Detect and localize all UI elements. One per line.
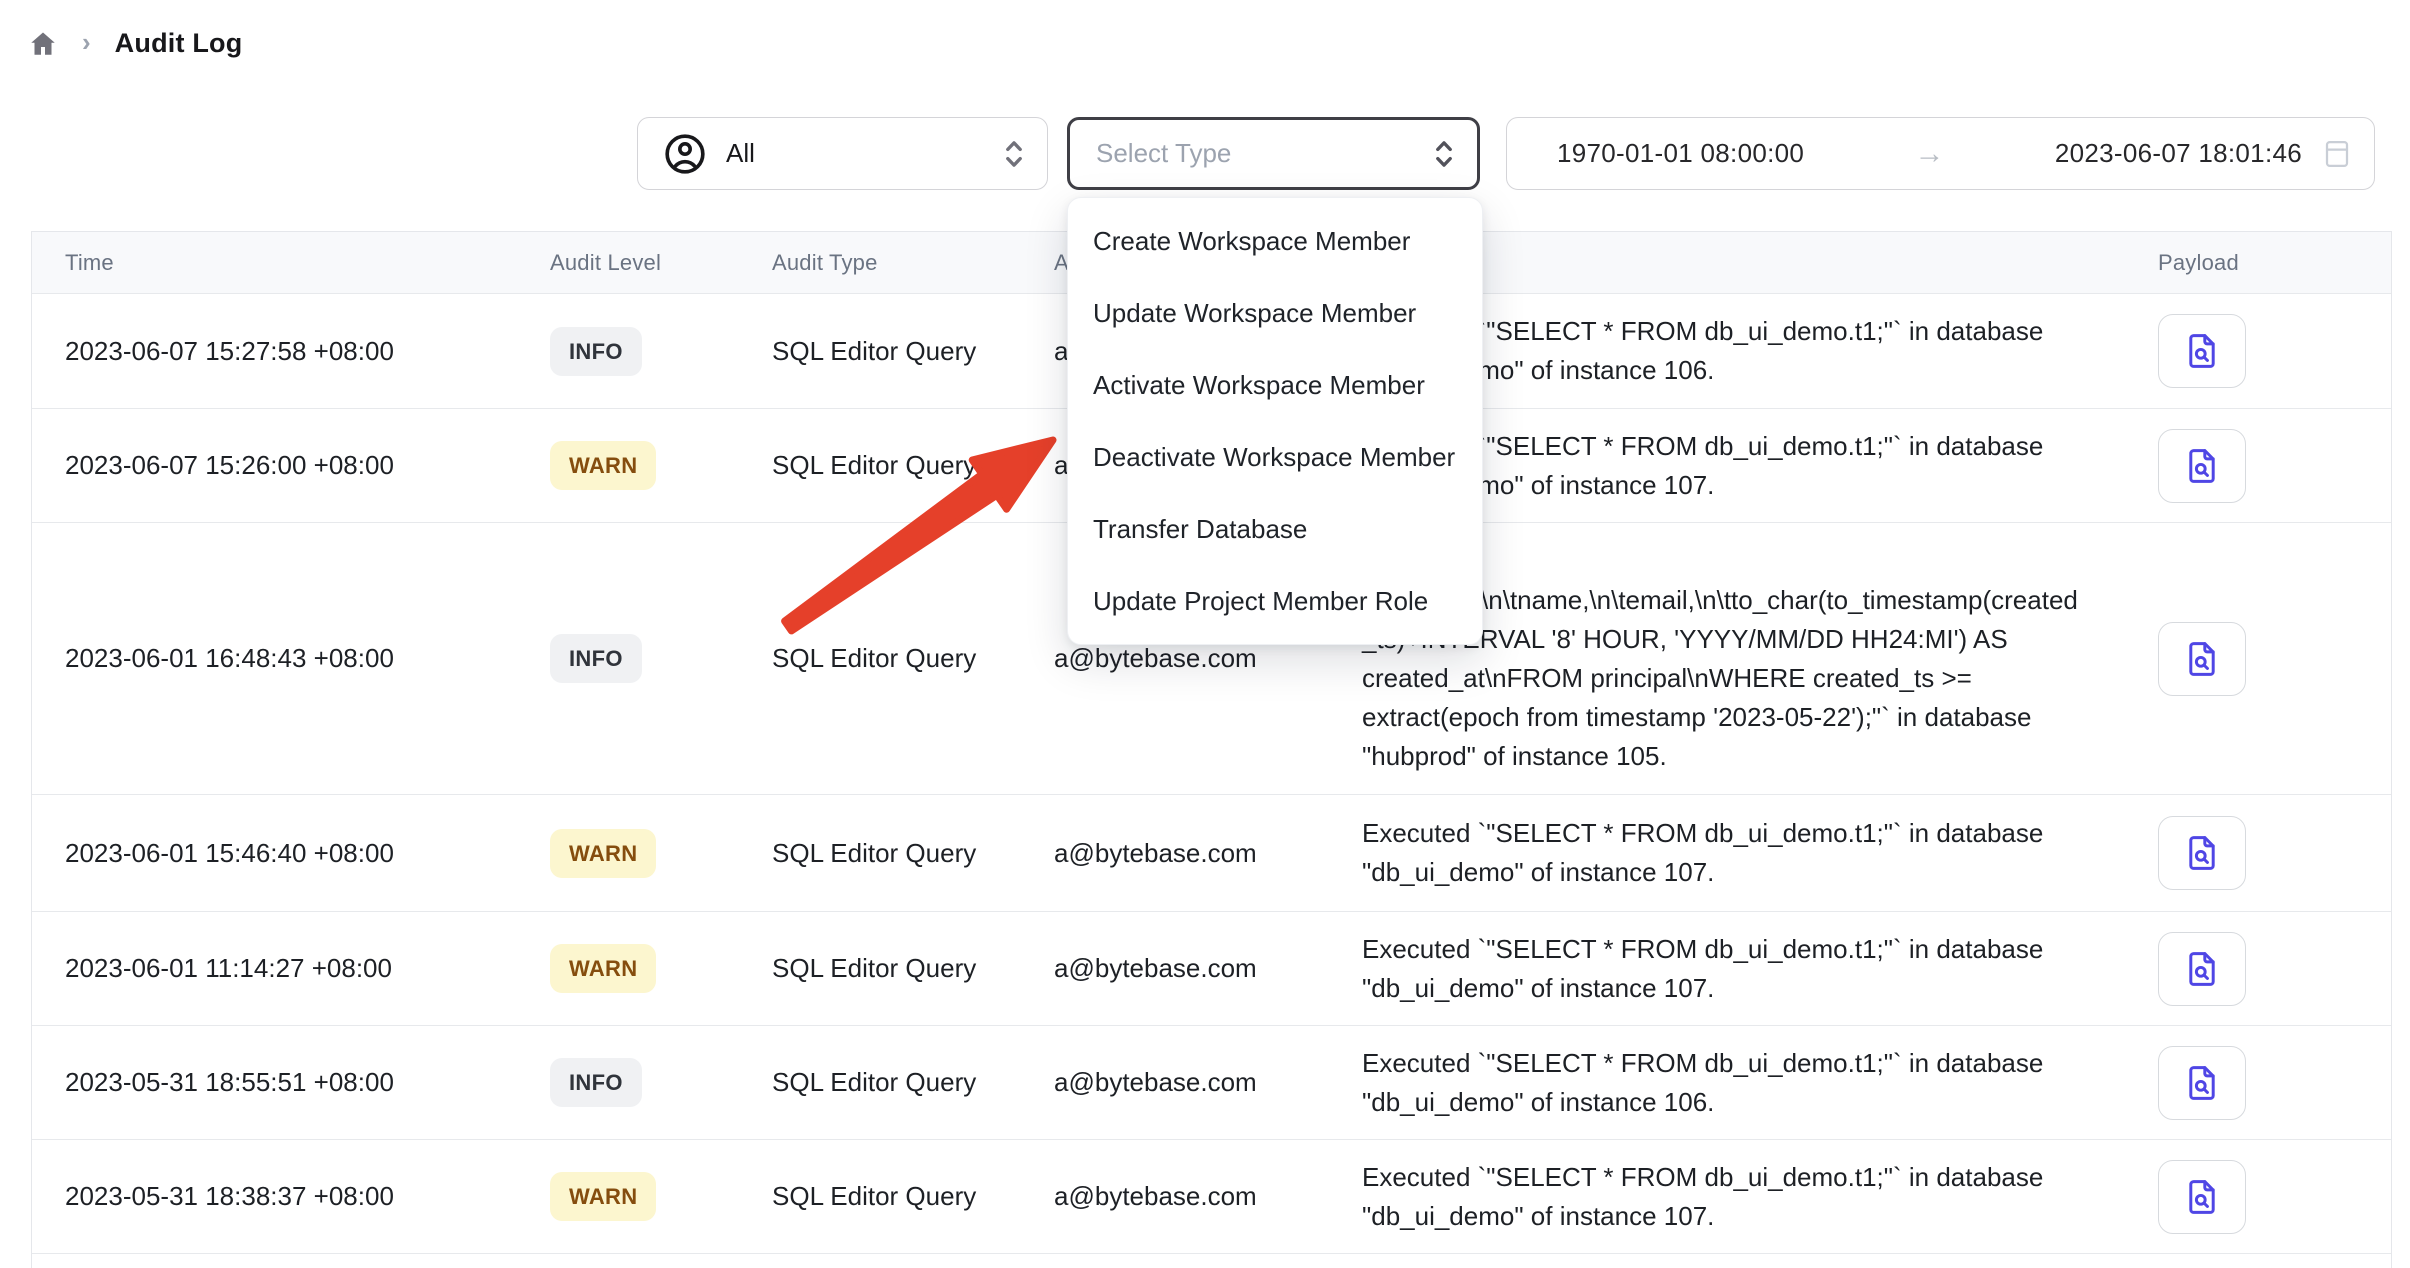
range-arrow-icon: →	[1804, 137, 2055, 171]
cell-actor: a@bytebase.com	[1040, 643, 1330, 674]
cell-payload	[2130, 429, 2391, 503]
cell-comment: Executed `"SELECT * FROM db_ui_demo.t1;"…	[1330, 814, 2130, 892]
cell-level: WARN	[520, 829, 740, 878]
status-badge: WARN	[550, 1172, 656, 1221]
cell-level: WARN	[520, 441, 740, 490]
cell-actor: a@bytebase.com	[1040, 838, 1330, 869]
cell-time: 2023-06-01 16:48:43 +08:00	[32, 643, 520, 674]
date-range-end: 2023-06-07 18:01:46	[2055, 138, 2302, 169]
payload-view-button[interactable]	[2158, 429, 2246, 503]
user-filter-value: All	[726, 138, 983, 169]
menu-item-transfer-database[interactable]: Transfer Database	[1068, 493, 1482, 565]
cell-actor: a@bytebase.com	[1040, 953, 1330, 984]
page-title: Audit Log	[115, 28, 243, 59]
table-row: 2023-06-01 15:46:40 +08:00 WARN SQL Edit…	[32, 794, 2391, 911]
table-row: 2023-06-01 11:14:27 +08:00 WARN SQL Edit…	[32, 911, 2391, 1025]
cell-payload	[2130, 314, 2391, 388]
cell-level: INFO	[520, 634, 740, 683]
menu-item-update-project-member-role[interactable]: Update Project Member Role	[1068, 565, 1482, 637]
cell-audit-type: SQL Editor Query	[740, 1181, 1040, 1212]
status-badge: INFO	[550, 1058, 642, 1107]
type-select-dropdown: Create Workspace Member Update Workspace…	[1067, 197, 1483, 645]
cell-time: 2023-06-07 15:27:58 +08:00	[32, 336, 520, 367]
person-circle-icon	[662, 131, 708, 177]
cell-level: INFO	[520, 1058, 740, 1107]
status-badge: INFO	[550, 634, 642, 683]
col-header-payload: Payload	[2130, 250, 2391, 276]
cell-time: 2023-06-07 15:26:00 +08:00	[32, 450, 520, 481]
cell-level: WARN	[520, 944, 740, 993]
date-range-start: 1970-01-01 08:00:00	[1557, 138, 1804, 169]
breadcrumb: › Audit Log	[28, 28, 242, 59]
cell-comment: Executed `"SELECT * FROM db_ui_demo.t1;"…	[1330, 1158, 2130, 1236]
cell-comment: Executed `"SELECT * FROM db_ui_demo.t1;"…	[1330, 1044, 2130, 1122]
col-header-time: Time	[32, 250, 520, 276]
col-header-type: Audit Type	[740, 250, 1040, 276]
status-badge: INFO	[550, 327, 642, 376]
cell-audit-type: SQL Editor Query	[740, 953, 1040, 984]
payload-view-button[interactable]	[2158, 314, 2246, 388]
cell-audit-type: SQL Editor Query	[740, 1067, 1040, 1098]
cell-audit-type: SQL Editor Query	[740, 336, 1040, 367]
cell-audit-type: SQL Editor Query	[740, 643, 1040, 674]
table-row: 2023-05-31 18:38:37 +08:00 WARN SQL Edit…	[32, 1139, 2391, 1253]
status-badge: WARN	[550, 944, 656, 993]
cell-time: 2023-05-31 18:38:37 +08:00	[32, 1181, 520, 1212]
cell-payload	[2130, 932, 2391, 1006]
cell-comment: Executed `"SELECT * FROM db_ui_demo.t1;"…	[1330, 930, 2130, 1008]
cell-level: WARN	[520, 1172, 740, 1221]
payload-view-button[interactable]	[2158, 932, 2246, 1006]
date-range-picker[interactable]: 1970-01-01 08:00:00 → 2023-06-07 18:01:4…	[1506, 117, 2375, 190]
cell-level: INFO	[520, 327, 740, 376]
type-filter-select[interactable]: Select Type	[1067, 117, 1480, 190]
cell-payload	[2130, 816, 2391, 890]
user-filter-select[interactable]: All	[637, 117, 1048, 190]
breadcrumb-chevron-icon: ›	[82, 27, 91, 58]
menu-item-deactivate-workspace-member[interactable]: Deactivate Workspace Member	[1068, 421, 1482, 493]
cell-time: 2023-05-31 18:55:51 +08:00	[32, 1067, 520, 1098]
cell-actor: a@bytebase.com	[1040, 1181, 1330, 1212]
status-badge: WARN	[550, 441, 656, 490]
menu-item-activate-workspace-member[interactable]: Activate Workspace Member	[1068, 349, 1482, 421]
cell-payload	[2130, 1160, 2391, 1234]
calendar-icon	[2322, 135, 2352, 173]
home-icon[interactable]	[28, 29, 58, 59]
cell-audit-type: SQL Editor Query	[740, 838, 1040, 869]
status-badge: WARN	[550, 829, 656, 878]
chevron-up-down-icon	[1431, 137, 1457, 171]
menu-item-create-workspace-member[interactable]: Create Workspace Member	[1068, 205, 1482, 277]
payload-view-button[interactable]	[2158, 622, 2246, 696]
menu-item-update-workspace-member[interactable]: Update Workspace Member	[1068, 277, 1482, 349]
payload-view-button[interactable]	[2158, 816, 2246, 890]
col-header-level: Audit Level	[520, 250, 740, 276]
payload-view-button[interactable]	[2158, 1046, 2246, 1120]
cell-payload	[2130, 1046, 2391, 1120]
audit-log-page: › Audit Log All Select Type 1970-01-01 0…	[0, 0, 2410, 1268]
cell-time: 2023-06-01 15:46:40 +08:00	[32, 838, 520, 869]
cell-audit-type: SQL Editor Query	[740, 450, 1040, 481]
type-filter-placeholder: Select Type	[1096, 138, 1431, 169]
table-row-partial	[32, 1253, 2391, 1268]
cell-payload	[2130, 622, 2391, 696]
cell-actor: a@bytebase.com	[1040, 1067, 1330, 1098]
chevron-up-down-icon	[1001, 137, 1027, 171]
payload-view-button[interactable]	[2158, 1160, 2246, 1234]
table-row: 2023-05-31 18:55:51 +08:00 INFO SQL Edit…	[32, 1025, 2391, 1139]
cell-time: 2023-06-01 11:14:27 +08:00	[32, 953, 520, 984]
